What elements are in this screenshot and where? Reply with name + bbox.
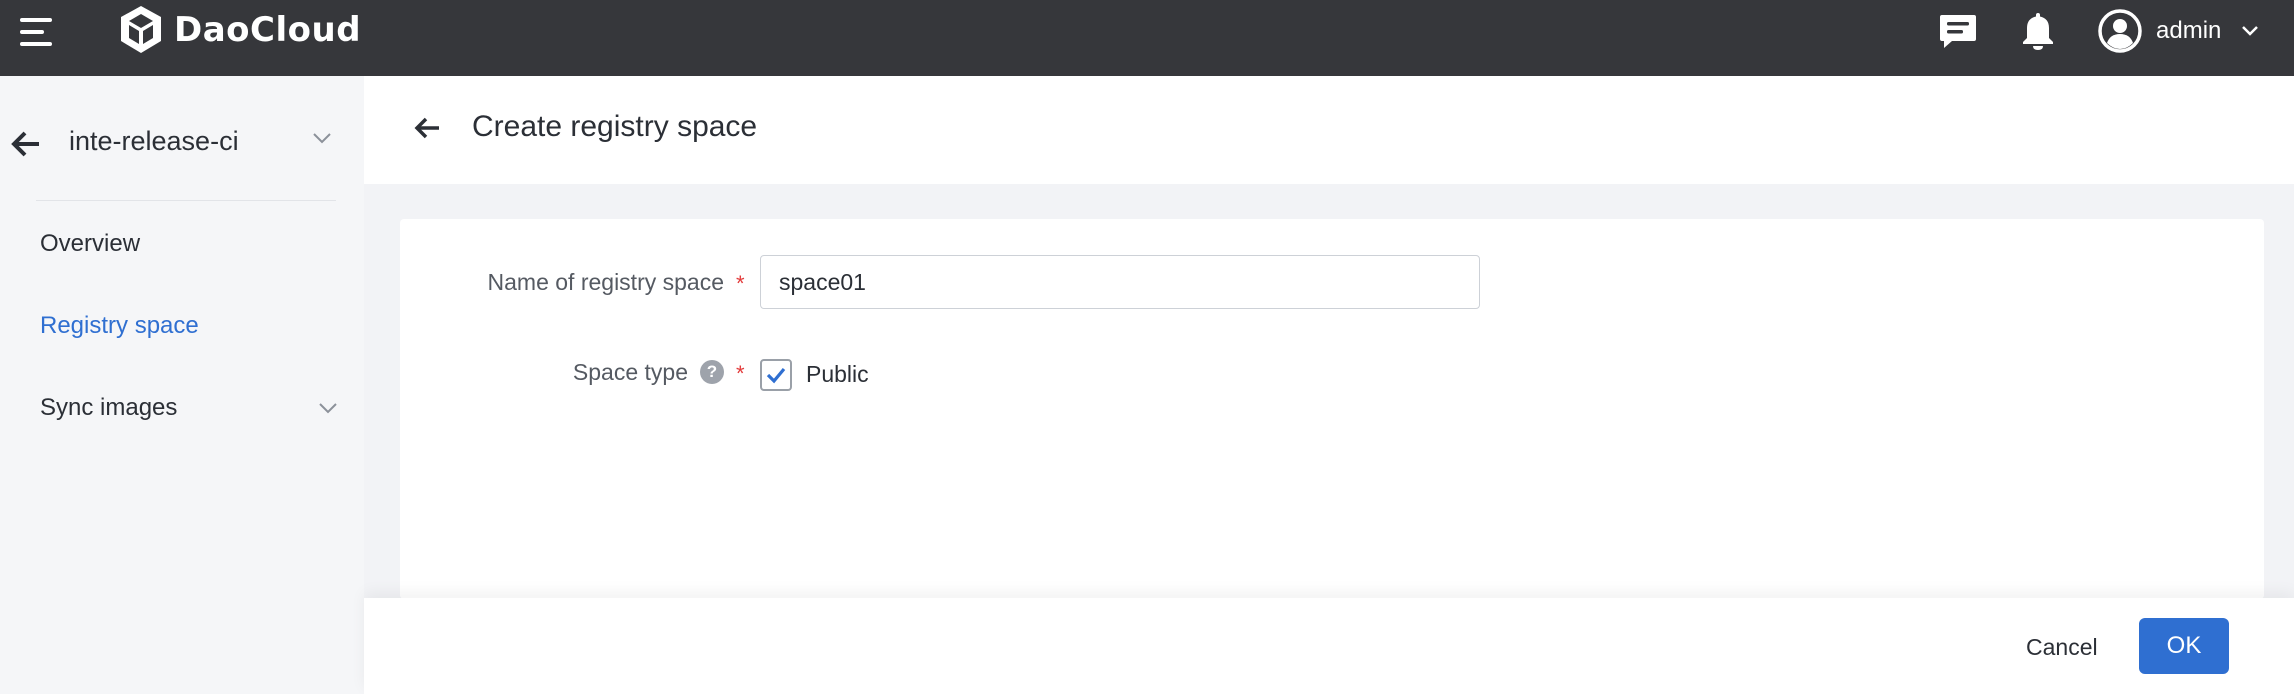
user-name: admin [2156,17,2222,44]
menu-icon[interactable] [20,18,56,48]
page-header: Create registry space [364,76,2294,184]
public-checkbox[interactable] [760,359,792,391]
chevron-down-icon[interactable] [312,132,332,144]
user-avatar-icon [2098,9,2142,53]
registry-space-name-input[interactable] [760,255,1480,309]
form-footer: Cancel OK [364,598,2294,694]
required-mark: * [736,361,745,386]
user-menu[interactable]: admin [2098,8,2259,54]
top-navigation-bar: DaoCloud admin [0,0,2294,76]
back-arrow-icon[interactable] [10,128,42,160]
page-title: Create registry space [472,110,758,143]
workspace-name[interactable]: inte-release-ci [69,126,239,157]
sidebar-divider [36,200,336,201]
name-field-label: Name of registry space [487,269,724,295]
chevron-down-icon[interactable] [318,402,338,414]
chevron-down-icon [2242,26,2259,36]
notification-bell-icon[interactable] [2016,8,2060,54]
back-arrow-icon[interactable] [413,114,441,142]
ok-button[interactable]: OK [2139,618,2229,674]
sidebar: inte-release-ci Overview Registry space … [0,76,364,694]
help-icon[interactable]: ? [700,360,724,384]
brand-logo[interactable]: DaoCloud [116,4,361,56]
daocloud-logo-icon [121,6,161,53]
cancel-button[interactable]: Cancel [2006,620,2118,674]
sidebar-item-registry-space[interactable]: Registry space [40,312,199,340]
public-checkbox-label[interactable]: Public [806,361,869,388]
checkmark-icon [766,367,786,384]
space-type-label: Space type [572,359,688,385]
required-mark: * [736,271,745,296]
workspace-selector[interactable]: inte-release-ci [0,116,364,172]
registry-space-form: Name of registry space * Space type ? * … [400,219,2264,599]
message-icon[interactable] [1936,8,1980,54]
sidebar-item-overview[interactable]: Overview [40,230,140,258]
sidebar-item-sync-images[interactable]: Sync images [40,394,177,422]
brand-name: DaoCloud [174,10,362,50]
